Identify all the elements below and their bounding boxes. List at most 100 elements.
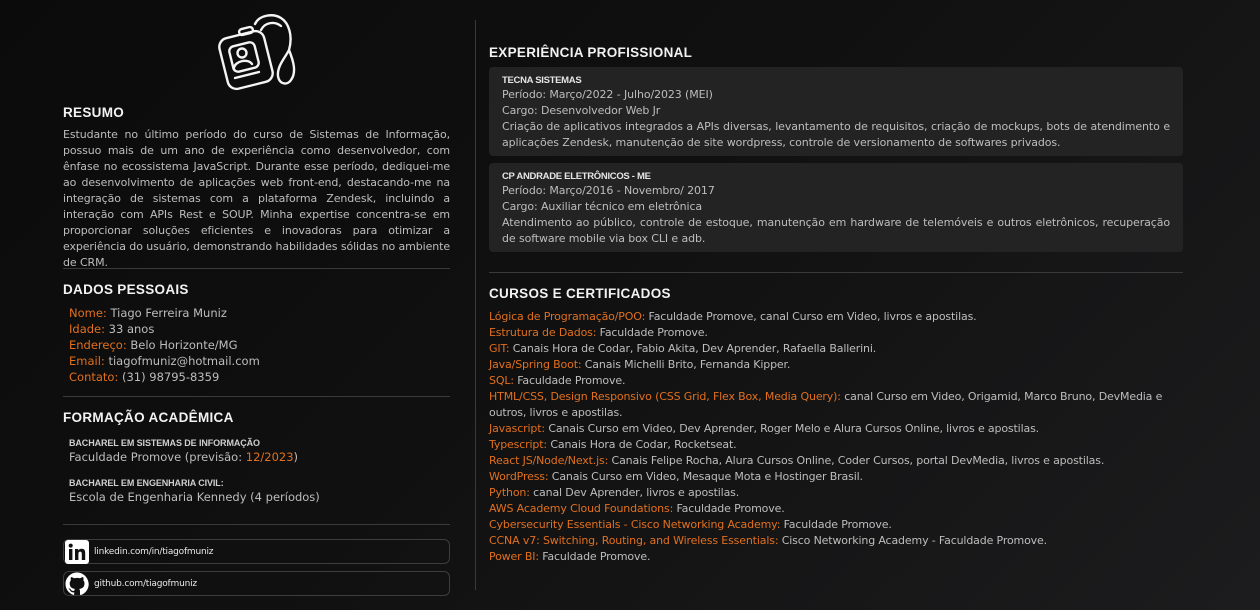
job-company: TECNA SISTEMAS bbox=[502, 75, 582, 86]
dados-label: Email: bbox=[69, 354, 105, 368]
degree-date: 12/2023 bbox=[245, 450, 294, 464]
formacao-title: FORMAÇÃO ACADÊMICA bbox=[63, 410, 234, 425]
course-name: Lógica de Programação/POO: bbox=[489, 310, 646, 323]
degree-item: BACHAREL EM ENGENHARIA CIVIL: Escola de … bbox=[63, 477, 450, 505]
degree-school-text: Faculdade Promove (previsão: bbox=[69, 450, 243, 464]
degree-school: Escola de Engenharia Kennedy (4 períodos… bbox=[69, 490, 450, 505]
course-desc: canal Dev Aprender, livros e apostilas. bbox=[533, 486, 740, 499]
job-role: Cargo: Auxiliar técnico em eletrônica bbox=[502, 200, 703, 213]
dados-row-email: Email: tiagofmuniz@hotmail.com bbox=[69, 353, 450, 369]
dados-value: tiagofmuniz@hotmail.com bbox=[108, 354, 260, 368]
divider bbox=[63, 396, 450, 397]
course-desc: Faculdade Promove. bbox=[599, 326, 708, 339]
course-name: Javascript: bbox=[489, 422, 545, 435]
course-item: SQL: Faculdade Promove. bbox=[489, 373, 1183, 389]
linkedin-icon bbox=[65, 539, 89, 564]
dados-label: Idade: bbox=[69, 322, 105, 336]
job-desc: Atendimento ao público, controle de esto… bbox=[502, 216, 1170, 245]
job-role: Cargo: Desenvolvedor Web Jr bbox=[502, 104, 661, 117]
course-name: CCNA v7: Switching, Routing, and Wireles… bbox=[489, 534, 779, 547]
degree-item: BACHAREL EM SISTEMAS DE INFORMAÇÃO Facul… bbox=[63, 437, 450, 465]
dados-value: 33 anos bbox=[108, 322, 155, 336]
cursos-title: CURSOS E CERTIFICADOS bbox=[489, 286, 671, 301]
course-desc: Canais Curso em Video, Dev Aprender, Rog… bbox=[548, 422, 1039, 435]
course-name: AWS Academy Cloud Foundations: bbox=[489, 502, 674, 515]
github-label: github.com/tiagofmuniz bbox=[94, 578, 197, 589]
dados-value: Tiago Ferreira Muniz bbox=[110, 306, 227, 320]
github-icon bbox=[65, 572, 89, 595]
course-item: Python: canal Dev Aprender, livros e apo… bbox=[489, 485, 1183, 501]
course-name: Cybersecurity Essentials - Cisco Network… bbox=[489, 518, 781, 531]
course-desc: Faculdade Promove. bbox=[542, 550, 651, 563]
course-desc: Faculdade Promove. bbox=[517, 374, 626, 387]
dados-row-idade: Idade: 33 anos bbox=[69, 321, 450, 337]
course-desc: Faculdade Promove. bbox=[676, 502, 785, 515]
degree-school-text: Escola de Engenharia Kennedy (4 períodos… bbox=[69, 490, 320, 504]
course-item: AWS Academy Cloud Foundations: Faculdade… bbox=[489, 501, 1183, 517]
course-name: Typescript: bbox=[489, 438, 547, 451]
section-resumo: RESUMO Estudante no último período do cu… bbox=[63, 105, 450, 271]
course-item: Java/Spring Boot: Canais Michelli Brito,… bbox=[489, 357, 1183, 373]
course-name: Java/Spring Boot: bbox=[489, 358, 582, 371]
degree-title: BACHAREL EM SISTEMAS DE INFORMAÇÃO bbox=[69, 438, 260, 448]
dados-label: Nome: bbox=[69, 306, 107, 320]
resumo-title: RESUMO bbox=[63, 105, 125, 120]
course-name: GIT: bbox=[489, 342, 510, 355]
dados-label: Endereço: bbox=[69, 338, 127, 352]
github-link[interactable]: github.com/tiagofmuniz bbox=[63, 571, 450, 596]
course-name: Estrutura de Dados: bbox=[489, 326, 597, 339]
course-item: Typescript: Canais Hora de Codar, Rocket… bbox=[489, 437, 1183, 453]
course-desc: Cisco Networking Academy - Faculdade Pro… bbox=[781, 534, 1048, 547]
divider bbox=[489, 272, 1183, 273]
dados-title: DADOS PESSOAIS bbox=[63, 282, 189, 297]
course-item: Power BI: Faculdade Promove. bbox=[489, 549, 1183, 565]
course-item: GIT: Canais Hora de Codar, Fabio Akita, … bbox=[489, 341, 1183, 357]
cursos-list: Lógica de Programação/POO: Faculdade Pro… bbox=[489, 309, 1183, 565]
course-item: Lógica de Programação/POO: Faculdade Pro… bbox=[489, 309, 1183, 325]
id-badge-icon bbox=[218, 14, 296, 91]
course-desc: Canais Hora de Codar, Fabio Akita, Dev A… bbox=[512, 342, 877, 355]
degree-suffix: ) bbox=[293, 450, 299, 464]
section-dados-pessoais: DADOS PESSOAIS Nome: Tiago Ferreira Muni… bbox=[63, 282, 450, 385]
job-company: CP ANDRADE ELETRÔNICOS - ME bbox=[502, 171, 651, 182]
divider bbox=[63, 524, 450, 525]
resumo-text: Estudante no último período do curso de … bbox=[63, 128, 450, 269]
job-period: Período: Março/2022 - Julho/2023 (MEI) bbox=[502, 88, 713, 101]
course-name: React JS/Node/Next.js: bbox=[489, 454, 609, 467]
course-desc: Faculdade Promove, canal Curso em Video,… bbox=[648, 310, 977, 323]
course-desc: Canais Curso em Video, Mesaque Mota e Ho… bbox=[551, 470, 863, 483]
dados-value: (31) 98795-8359 bbox=[122, 370, 220, 384]
degree-school: Faculdade Promove (previsão: 12/2023) bbox=[69, 450, 450, 465]
dados-row-contato: Contato: (31) 98795-8359 bbox=[69, 369, 450, 385]
course-item: React JS/Node/Next.js: Canais Felipe Roc… bbox=[489, 453, 1183, 469]
section-cursos: CURSOS E CERTIFICADOS Lógica de Programa… bbox=[489, 286, 1183, 565]
job-card: CP ANDRADE ELETRÔNICOS - ME Período: Mar… bbox=[489, 163, 1183, 252]
job-period: Período: Março/2016 - Novembro/ 2017 bbox=[502, 184, 715, 197]
dados-row-nome: Nome: Tiago Ferreira Muniz bbox=[69, 305, 450, 321]
dados-value: Belo Horizonte/MG bbox=[130, 338, 238, 352]
course-name: Power BI: bbox=[489, 550, 539, 563]
course-desc: Canais Hora de Codar, Rocketseat. bbox=[550, 438, 737, 451]
divider bbox=[63, 268, 450, 269]
course-desc: Faculdade Promove. bbox=[783, 518, 892, 531]
section-formacao: FORMAÇÃO ACADÊMICA BACHAREL EM SISTEMAS … bbox=[63, 410, 450, 517]
experiencia-title: EXPERIÊNCIA PROFISSIONAL bbox=[489, 45, 693, 60]
course-name: WordPress: bbox=[489, 470, 549, 483]
course-item: Cybersecurity Essentials - Cisco Network… bbox=[489, 517, 1183, 533]
course-item: Javascript: Canais Curso em Video, Dev A… bbox=[489, 421, 1183, 437]
dados-row-endereco: Endereço: Belo Horizonte/MG bbox=[69, 337, 450, 353]
dados-label: Contato: bbox=[69, 370, 119, 384]
course-name: Python: bbox=[489, 486, 530, 499]
course-desc: Canais Felipe Rocha, Alura Cursos Online… bbox=[611, 454, 1105, 467]
column-divider bbox=[475, 20, 476, 590]
course-name: HTML/CSS, Design Responsivo (CSS Grid, F… bbox=[489, 390, 841, 403]
job-desc: Criação de aplicativos integrados a APIs… bbox=[502, 120, 1170, 149]
section-experiencia: EXPERIÊNCIA PROFISSIONAL TECNA SISTEMAS … bbox=[489, 45, 1183, 259]
degree-title: BACHAREL EM ENGENHARIA CIVIL: bbox=[69, 478, 224, 488]
linkedin-label: linkedin.com/in/tiagofmuniz bbox=[94, 546, 214, 557]
linkedin-link[interactable]: linkedin.com/in/tiagofmuniz bbox=[63, 539, 450, 564]
job-card: TECNA SISTEMAS Período: Março/2022 - Jul… bbox=[489, 67, 1183, 156]
course-name: SQL: bbox=[489, 374, 514, 387]
course-item: Estrutura de Dados: Faculdade Promove. bbox=[489, 325, 1183, 341]
course-item: WordPress: Canais Curso em Video, Mesaqu… bbox=[489, 469, 1183, 485]
